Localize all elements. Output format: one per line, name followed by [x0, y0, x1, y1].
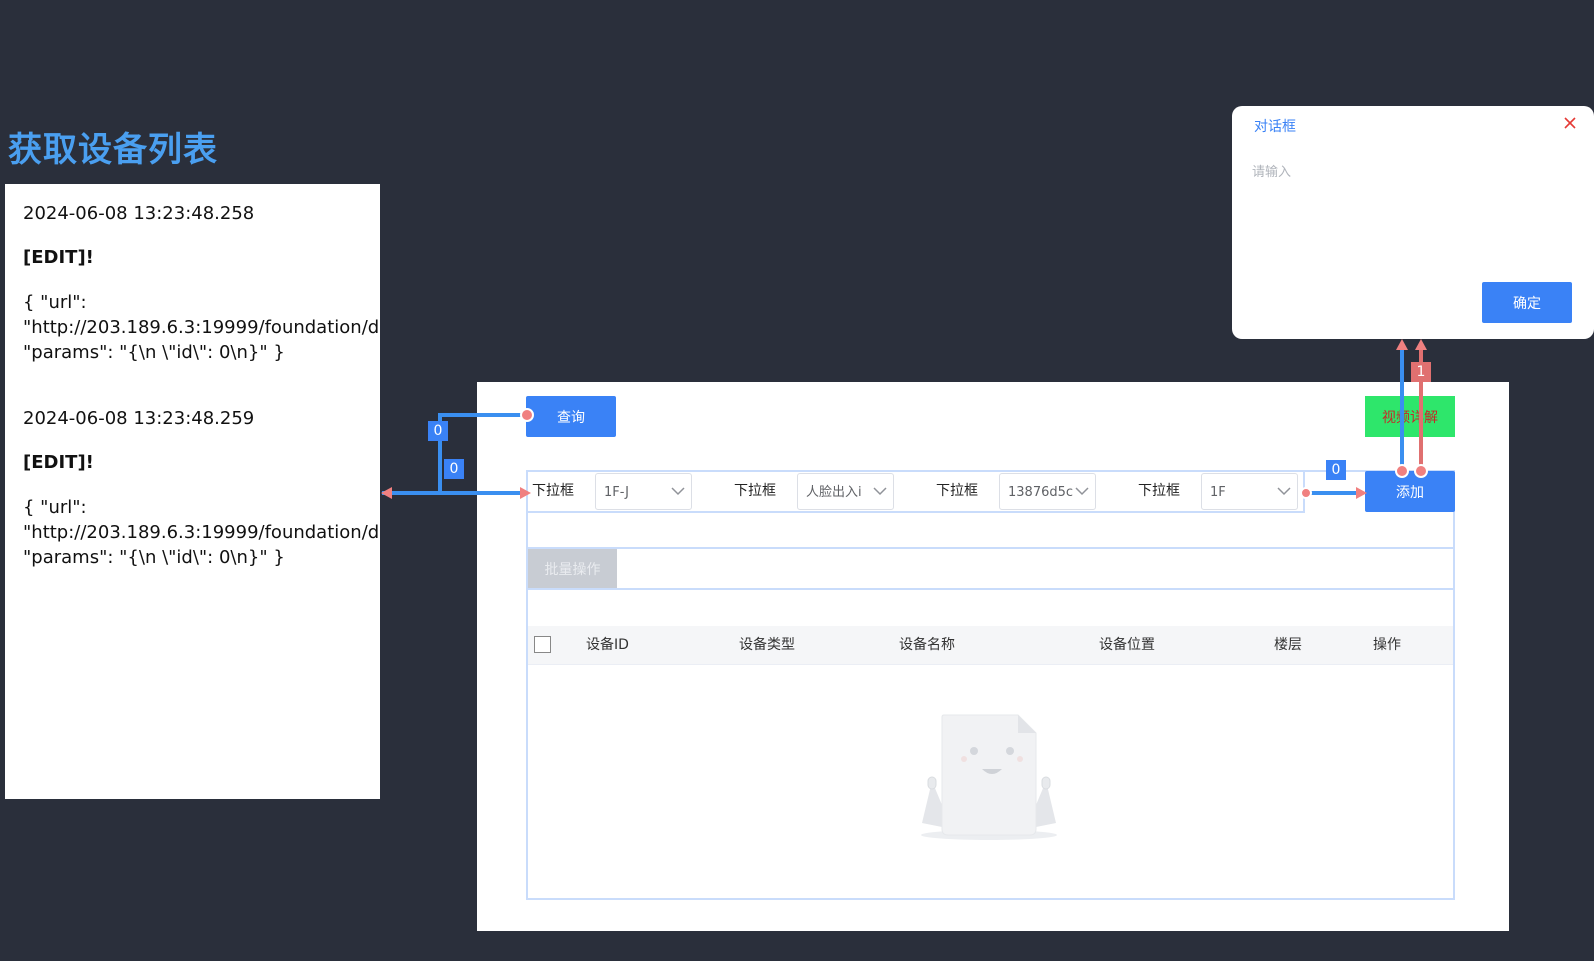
dialog-input[interactable]: 请输入	[1252, 161, 1291, 180]
close-icon[interactable]	[1562, 115, 1578, 131]
connector-port[interactable]	[1395, 464, 1409, 478]
connector-port[interactable]	[1300, 487, 1312, 499]
connector-badge: 0	[428, 421, 448, 441]
arrow-head	[381, 487, 392, 499]
confirm-button[interactable]: 确定	[1482, 282, 1572, 323]
arrow-head	[1396, 339, 1408, 350]
connector-port[interactable]	[520, 408, 534, 422]
arrow-head	[1356, 487, 1367, 499]
connector-badge: 0	[1326, 460, 1346, 480]
arrow-head	[520, 487, 531, 499]
connector-badge: 1	[1411, 362, 1431, 382]
arrow-head	[1415, 339, 1427, 350]
dialog-title: 对话框	[1254, 119, 1296, 135]
connector-badge: 0	[444, 459, 464, 479]
connector-port[interactable]	[1414, 464, 1428, 478]
dialog: 对话框 请输入 确定	[1232, 106, 1594, 339]
